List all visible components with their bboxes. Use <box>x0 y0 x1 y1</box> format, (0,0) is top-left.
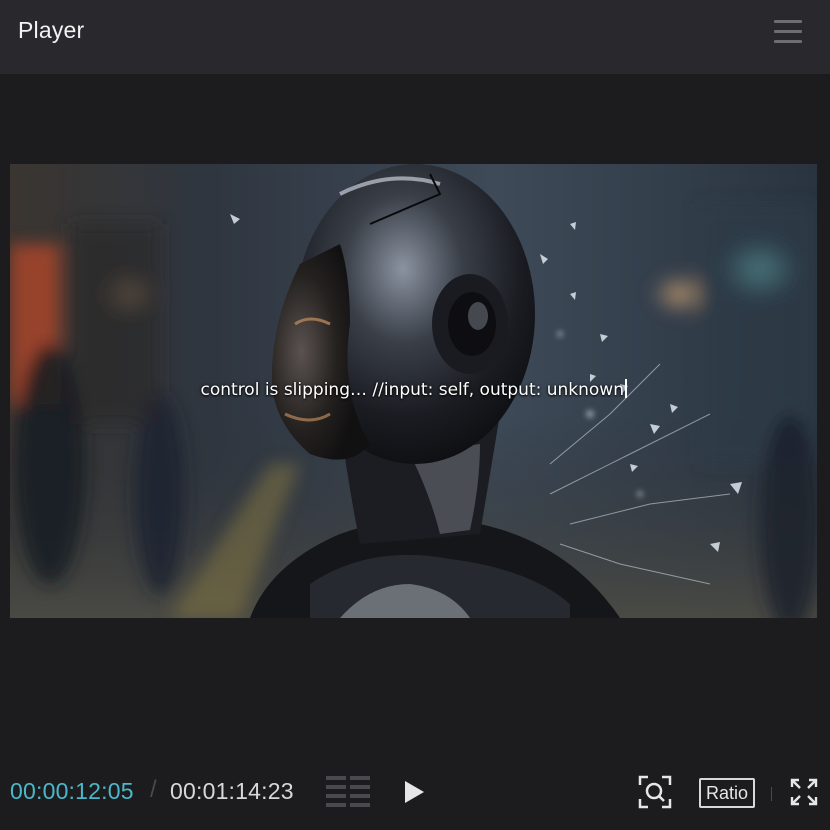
timecode-separator: / <box>150 776 157 803</box>
fullscreen-icon[interactable] <box>790 778 818 806</box>
total-duration: 00:01:14:23 <box>170 778 294 804</box>
current-timecode: 00:00:12:05 <box>10 778 134 804</box>
frame-grid-icon[interactable] <box>326 776 370 808</box>
play-icon[interactable] <box>403 780 427 804</box>
text-caret <box>625 379 627 398</box>
video-preview[interactable]: control is slipping… //input: self, outp… <box>10 164 817 618</box>
ratio-button[interactable]: Ratio <box>699 778 755 808</box>
hamburger-menu-icon[interactable] <box>772 18 804 44</box>
controls-divider <box>771 787 772 801</box>
player-header: Player <box>0 0 830 74</box>
playback-controls: 00:00:12:05 / 00:01:14:23 Ratio <box>0 760 830 822</box>
subtitle-overlay[interactable]: control is slipping… //input: self, outp… <box>10 379 817 400</box>
zoom-frame-icon[interactable] <box>638 775 672 809</box>
panel-title: Player <box>18 17 85 43</box>
subtitle-text: control is slipping… //input: self, outp… <box>200 380 625 400</box>
player-app: Player control is slipping… //input: sel… <box>0 0 830 830</box>
